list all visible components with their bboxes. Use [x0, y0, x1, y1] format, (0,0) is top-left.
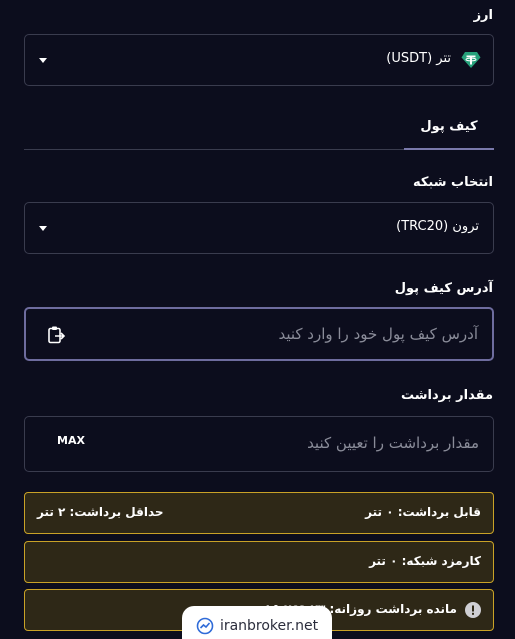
fee-info-box: کارمزد شبکه: ۰ تتر	[24, 541, 494, 583]
chevron-down-icon[interactable]	[39, 226, 47, 231]
currency-select[interactable]: تتر (USDT)	[24, 34, 494, 86]
clipboard-paste-icon[interactable]	[46, 325, 66, 345]
network-select[interactable]: ترون (TRC20)	[24, 202, 494, 254]
network-label: انتخاب شبکه	[412, 175, 493, 190]
tether-icon	[461, 52, 481, 68]
watermark-text: iranbroker.net	[219, 618, 319, 634]
address-placeholder: آدرس کیف پول خود را وارد کنید	[278, 325, 478, 343]
currency-label: ارز	[473, 8, 493, 23]
tab-wallet[interactable]: کیف پول	[404, 104, 494, 150]
amount-placeholder: مقدار برداشت را تعیین کنید	[307, 434, 479, 452]
withdraw-info-box: قابل برداشت: ۰ تتر حداقل برداشت: ۲ تتر	[24, 492, 494, 534]
chevron-down-icon[interactable]	[39, 58, 47, 63]
network-fee-text: کارمزد شبکه: ۰ تتر	[369, 554, 481, 568]
address-label: آدرس کیف پول	[394, 281, 493, 296]
chart-trend-icon	[196, 617, 214, 635]
amount-label: مقدار برداشت	[400, 388, 493, 403]
amount-input[interactable]: مقدار برداشت را تعیین کنید MAX	[24, 416, 494, 472]
watermark-badge: iranbroker.net	[182, 606, 332, 639]
max-button[interactable]: MAX	[57, 434, 85, 447]
tab-bar: کیف پول	[24, 104, 494, 150]
withdrawable-text: قابل برداشت: ۰ تتر	[365, 505, 481, 519]
min-withdraw-text: حداقل برداشت: ۲ تتر	[37, 505, 164, 519]
currency-value: تتر (USDT)	[386, 51, 451, 66]
info-alert-icon	[465, 602, 481, 618]
address-input[interactable]: آدرس کیف پول خود را وارد کنید	[24, 307, 494, 361]
network-value: ترون (TRC20)	[396, 219, 479, 234]
